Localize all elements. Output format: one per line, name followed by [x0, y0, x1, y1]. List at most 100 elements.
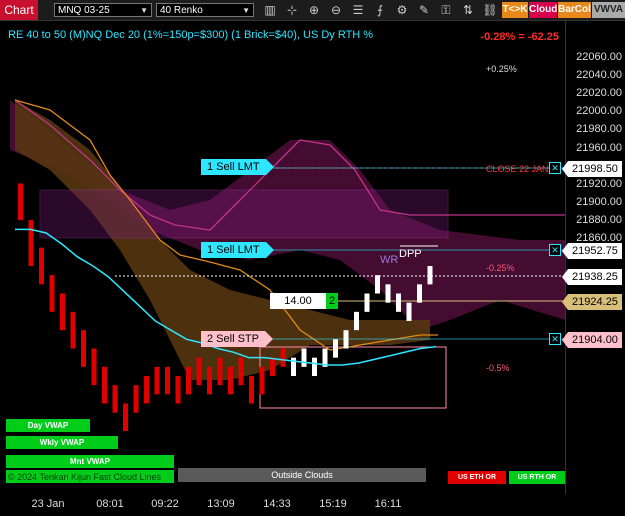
renko-brick — [18, 183, 23, 221]
renko-brick — [186, 366, 191, 395]
zoom-in-icon[interactable]: ⊕ — [306, 2, 322, 18]
price-axis-label: 21900.00 — [576, 195, 622, 208]
position-price[interactable]: 14.00 — [270, 293, 326, 309]
price-axis-label: 22060.00 — [576, 51, 622, 63]
chevron-down-icon: ▼ — [242, 6, 250, 15]
footer-text: © 2024 Tenkan Kijun Fast Cloud Lines — [8, 472, 162, 482]
link-icon[interactable]: ⛓ — [482, 2, 498, 18]
drawing-tools-icon[interactable]: ✎ — [416, 2, 432, 18]
rth-or-button[interactable]: US RTH OR — [509, 471, 565, 484]
renko-brick — [238, 357, 244, 386]
bar-type-value: 40 Renko — [160, 5, 203, 16]
order-sell-limit-2[interactable]: 1 Sell LMT — [201, 242, 274, 258]
renko-brick — [270, 357, 275, 376]
close-label: CLOSE 22 JAN — [486, 164, 549, 174]
indicators-icon[interactable]: ⨍ — [372, 2, 388, 18]
renko-brick — [91, 348, 97, 386]
day-vwap-button[interactable]: Day VWAP — [6, 419, 90, 432]
price-axis-label: 22040.00 — [576, 69, 622, 82]
barcol-button[interactable]: BarCol — [558, 2, 591, 18]
time-axis-label: 14:33 — [263, 498, 291, 510]
price-tag-order-1: 21998.50 — [562, 161, 622, 177]
chart-title: RE 40 to 50 (M)NQ Dec 20 (1%=150p=$300) … — [8, 29, 374, 41]
instrument-select[interactable]: MNQ 03-25 ▼ — [54, 3, 152, 17]
price-axis-label: 22020.00 — [576, 87, 622, 100]
chart-tab[interactable]: Chart — [0, 0, 38, 20]
chart-panel[interactable]: RE 40 to 50 (M)NQ Dec 20 (1%=150p=$300) … — [0, 21, 565, 494]
renko-brick — [364, 293, 370, 312]
outside-clouds-button[interactable]: Outside Clouds — [178, 468, 426, 482]
weekly-vwap-button[interactable]: Wkly VWAP — [6, 436, 118, 449]
pnl-readout: -0.28% = -62.25 — [480, 31, 559, 43]
properties-icon[interactable]: ☰ — [350, 2, 366, 18]
price-axis-label: 21960.00 — [576, 141, 622, 154]
time-axis-label: 15:19 — [319, 498, 347, 510]
renko-brick — [396, 293, 401, 312]
cloud-button[interactable]: Cloud — [529, 2, 557, 18]
renko-brick — [102, 366, 107, 404]
instrument-value: MNQ 03-25 — [58, 5, 110, 16]
close-icon[interactable]: ✕ — [549, 333, 561, 345]
crosshair-icon[interactable]: ⊹ — [284, 2, 300, 18]
pct-low-label: -0.5% — [486, 363, 510, 373]
renko-brick — [60, 293, 65, 331]
time-axis-label: 16:11 — [374, 498, 402, 510]
renko-brick — [280, 348, 286, 367]
renko-brick — [123, 403, 128, 431]
renko-brick — [217, 357, 223, 386]
zoom-out-icon[interactable]: ⊖ — [328, 2, 344, 18]
position-qty[interactable]: 2 — [326, 293, 338, 309]
renko-brick — [301, 348, 307, 367]
time-axis-label: 09:22 — [151, 498, 179, 510]
vwva-button[interactable]: VWVA — [592, 2, 625, 18]
renko-brick — [427, 266, 433, 285]
time-axis-label: 23 Jan — [31, 498, 65, 510]
renko-brick — [28, 220, 34, 266]
monthly-vwap-button[interactable]: Mnt VWAP — [6, 455, 174, 468]
renko-brick — [228, 366, 233, 395]
renko-brick — [333, 339, 338, 358]
order-sell-limit-1[interactable]: 1 Sell LMT — [201, 159, 274, 175]
renko-brick — [354, 311, 359, 331]
wr-label: WR — [380, 254, 399, 266]
dpp-label: DPP — [399, 248, 422, 260]
renko-brick — [196, 357, 202, 386]
renko-brick — [385, 284, 391, 303]
renko-brick — [343, 330, 349, 349]
price-axis-label: 21880.00 — [576, 213, 622, 226]
renko-brick — [249, 376, 254, 404]
toolbar: Chart MNQ 03-25 ▼ 40 Renko ▼ ▥ ⊹ ⊕ ⊖ ☰ ⨍… — [0, 0, 625, 21]
order-sell-stop[interactable]: 2 Sell STP — [201, 331, 273, 347]
bar-type-select[interactable]: 40 Renko ▼ — [156, 3, 254, 17]
renko-brick — [175, 376, 181, 404]
renko-brick — [406, 302, 412, 321]
price-tag-stop: 21904.00 — [562, 332, 622, 348]
tk-button[interactable]: T<>K — [502, 2, 528, 18]
renko-brick — [133, 385, 139, 413]
strategies-icon[interactable]: ⚙ — [394, 2, 410, 18]
lock-icon[interactable]: ⚿ — [438, 2, 454, 18]
renko-brick — [165, 366, 170, 395]
chevron-down-icon: ▼ — [140, 6, 148, 15]
renko-brick — [81, 330, 86, 367]
time-axis-label: 13:09 — [207, 498, 235, 510]
price-axis-label: 21920.00 — [576, 177, 622, 190]
price-axis-label: 22000.00 — [576, 105, 622, 118]
close-icon[interactable]: ✕ — [549, 244, 561, 256]
price-tag-order-2: 21952.75 — [562, 243, 622, 259]
renko-brick — [259, 366, 265, 395]
eth-or-button[interactable]: US ETH OR — [448, 471, 506, 484]
time-axis-label: 08:01 — [96, 498, 124, 510]
renko-brick — [417, 284, 422, 303]
renko-brick — [207, 366, 212, 395]
close-icon[interactable]: ✕ — [549, 162, 561, 174]
price-axis[interactable]: 22060.00 22040.00 22020.00 22000.00 21980.00… — [562, 21, 625, 494]
bar-chart-icon[interactable]: ▥ — [262, 2, 278, 18]
chart-trader-icon[interactable]: ⇅ — [460, 2, 476, 18]
renko-brick — [39, 247, 44, 285]
price-axis-label: 21980.00 — [576, 123, 622, 136]
renko-brick — [49, 275, 55, 312]
renko-brick — [154, 366, 160, 395]
price-tag-last: 21938.25 — [562, 269, 622, 285]
renko-brick — [144, 376, 149, 404]
